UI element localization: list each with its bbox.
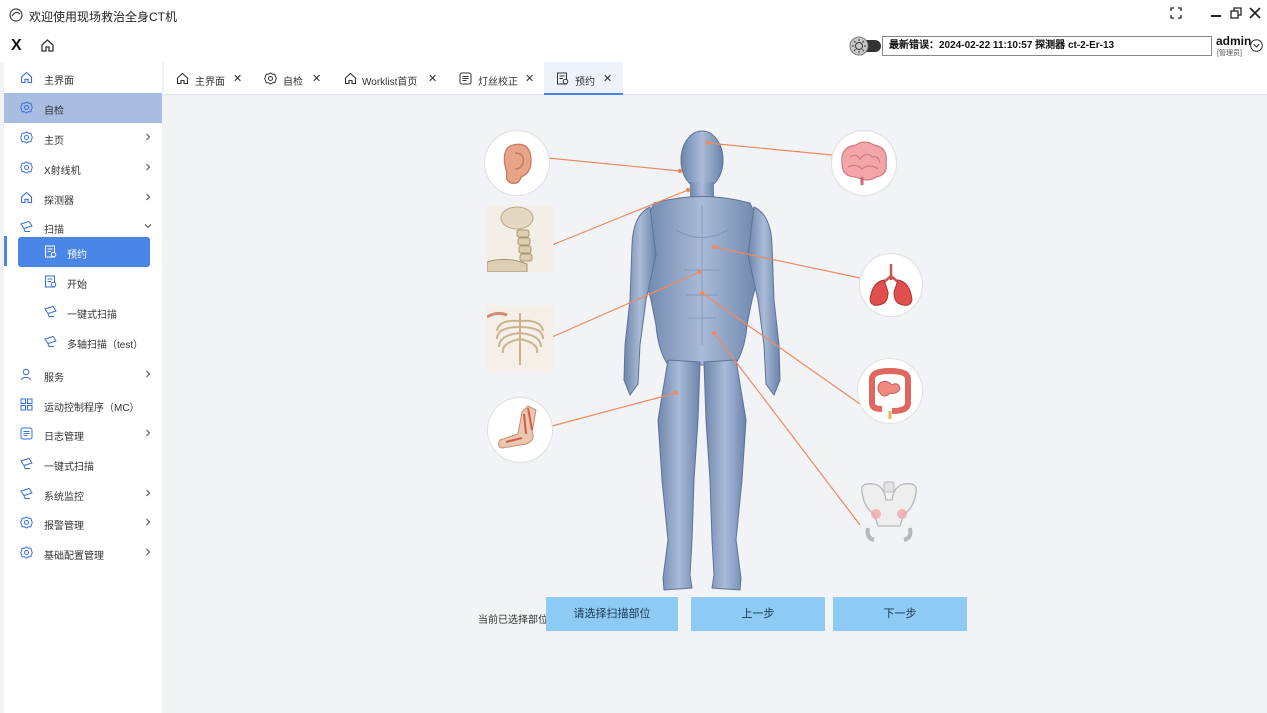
ribcage-icon — [487, 305, 553, 371]
brain-icon — [841, 141, 887, 185]
select-scan-part-button[interactable]: 请选择扫描部位 — [546, 597, 678, 631]
lungs-icon — [869, 264, 913, 306]
neck-spine-icon — [487, 206, 553, 272]
previous-step-button[interactable]: 上一步 — [691, 597, 825, 631]
intestines-icon — [869, 367, 911, 419]
next-step-button[interactable]: 下一步 — [833, 597, 967, 631]
selected-part-label: 当前已选择部位: — [478, 615, 551, 626]
pelvis-icon — [861, 481, 917, 542]
foot-icon — [497, 405, 537, 449]
brain-option[interactable] — [832, 131, 896, 195]
lungs-option[interactable] — [860, 254, 922, 316]
intestines-option[interactable] — [858, 359, 922, 423]
ribcage-option[interactable] — [487, 305, 553, 371]
human-body-figure[interactable] — [623, 130, 781, 591]
foot-option[interactable] — [488, 398, 552, 462]
ear-icon — [503, 143, 532, 185]
ear-option[interactable] — [485, 131, 549, 195]
pelvis-option[interactable] — [856, 478, 923, 542]
neck-spine-option[interactable] — [487, 206, 553, 272]
